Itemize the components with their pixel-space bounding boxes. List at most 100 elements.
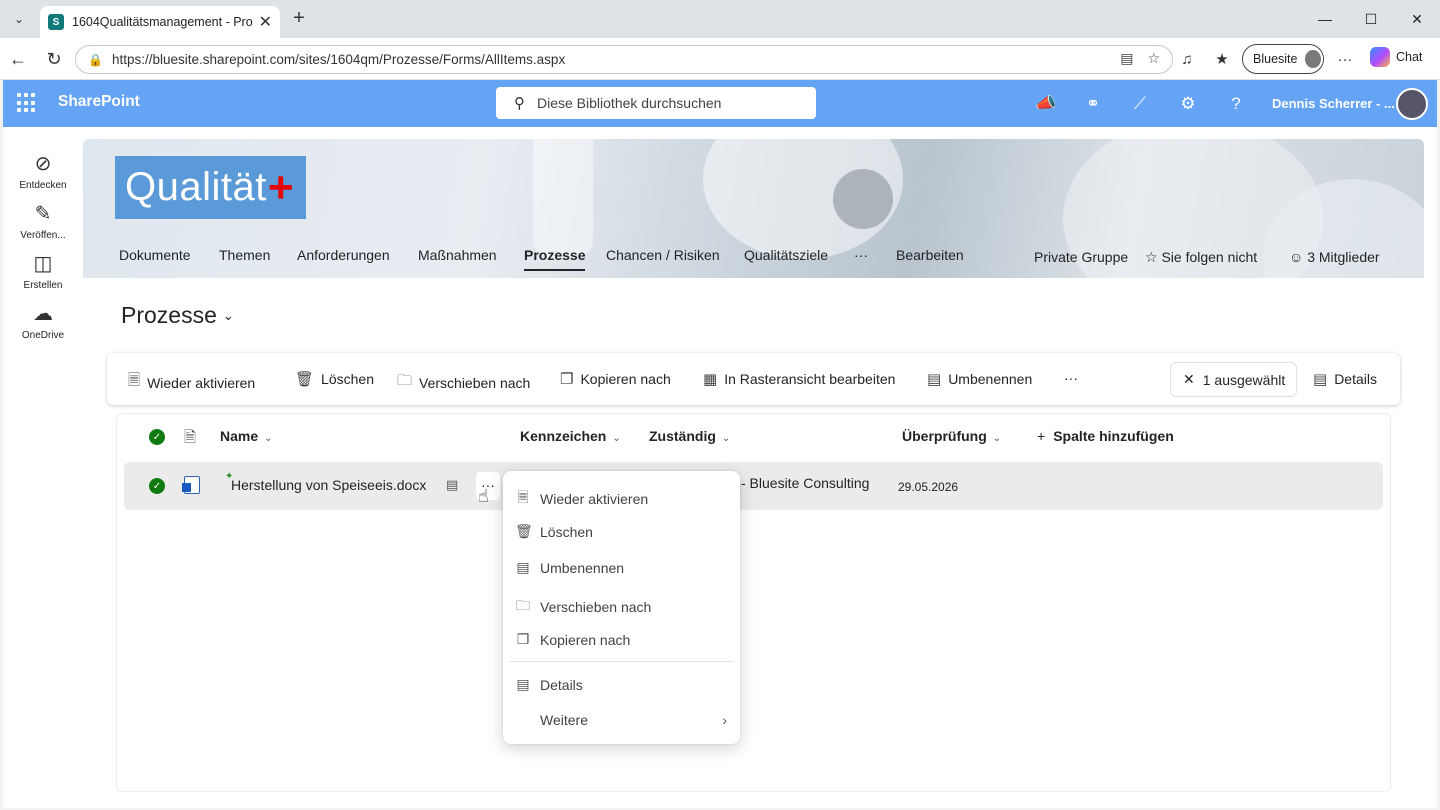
profile-avatar: [1303, 48, 1323, 70]
url-field[interactable]: 🔒 https://bluesite.sharepoint.com/sites/…: [75, 45, 1173, 74]
code-icon[interactable]: ⟋: [1128, 92, 1152, 116]
library-title[interactable]: Prozesse ⌄: [121, 302, 234, 329]
nav-massnahmen[interactable]: Maßnahmen: [418, 247, 497, 263]
minimize-icon[interactable]: —: [1302, 8, 1348, 30]
row-checkbox[interactable]: ✓: [149, 478, 165, 494]
sharepoint-title[interactable]: SharePoint: [58, 93, 140, 111]
nav-anforderungen[interactable]: Anforderungen: [297, 247, 390, 263]
close-window-icon[interactable]: ✕: [1394, 8, 1440, 30]
add-column-label: Spalte hinzufügen: [1053, 428, 1174, 444]
rail-label: Entdecken: [19, 180, 67, 191]
favorite-star-icon[interactable]: ☆: [1147, 50, 1160, 67]
nav-prozesse[interactable]: Prozesse: [524, 247, 586, 271]
selection-badge[interactable]: ✕ 1 ausgewählt: [1170, 362, 1297, 397]
column-header-zustaendig[interactable]: Zuständig ⌄: [649, 428, 730, 444]
menu-label: Weitere: [540, 712, 588, 728]
menu-item-reactivate[interactable]: 🗏 Wieder aktivieren: [515, 487, 648, 511]
menu-item-delete[interactable]: 🗑 Löschen: [515, 523, 593, 540]
reactivate-button[interactable]: 🗏 Wieder aktivieren: [128, 370, 255, 395]
browser-menu-icon[interactable]: ···: [1334, 49, 1356, 71]
document-restore-icon: 🗏: [517, 489, 529, 505]
menu-divider: [509, 661, 734, 662]
close-tab-icon[interactable]: ✕: [259, 12, 272, 32]
favorites-icon[interactable]: ★: [1211, 49, 1233, 71]
file-type-header-icon: 🗎: [184, 429, 197, 446]
logo-text: Qualität: [125, 165, 267, 209]
details-pane-icon: ▤: [516, 676, 530, 692]
user-name[interactable]: Dennis Scherrer - ...: [1272, 96, 1395, 111]
rail-item-discover[interactable]: ⊘ Entdecken: [3, 151, 83, 191]
rename-icon: ▤: [516, 559, 530, 575]
help-icon[interactable]: ?: [1224, 92, 1248, 116]
rail-item-publish[interactable]: ✎ Veröffen...: [3, 201, 83, 241]
members-button[interactable]: ☺ 3 Mitglieder: [1289, 249, 1380, 265]
hand-cursor-icon: ☝: [478, 486, 489, 506]
library-search-input[interactable]: ⚲ Diese Bibliothek durchsuchen: [496, 87, 816, 119]
select-all-checkbox[interactable]: ✓: [149, 429, 165, 445]
nav-dokumente[interactable]: Dokumente: [119, 247, 191, 263]
browser-tab[interactable]: S 1604Qualitätsmanagement - Prozesse ✕: [40, 6, 280, 38]
responsible-cell[interactable]: - Bluesite Consulting: [741, 475, 869, 491]
group-type-label: Private Gruppe: [1034, 249, 1129, 265]
megaphone-icon[interactable]: 📣: [1034, 92, 1058, 116]
rail-item-create[interactable]: ◫ Erstellen: [3, 251, 83, 291]
star-icon: ☆: [1145, 249, 1158, 265]
nav-qualitaetsziele[interactable]: Qualitätsziele: [744, 247, 828, 263]
user-avatar[interactable]: [1396, 88, 1428, 120]
file-name-link[interactable]: Herstellung von Speiseeis.docx: [231, 477, 426, 493]
search-placeholder: Diese Bibliothek durchsuchen: [537, 95, 722, 111]
folder-move-icon: 🗀: [397, 372, 413, 389]
tab-list-chevron-icon[interactable]: ⌄: [6, 7, 32, 31]
word-document-icon: [182, 476, 200, 494]
new-tab-icon[interactable]: +: [288, 8, 310, 30]
back-icon[interactable]: ←: [6, 47, 30, 71]
grid-icon: ▦: [703, 371, 718, 388]
menu-item-details[interactable]: ▤ Details: [515, 676, 582, 693]
copy-icon: ❐: [560, 371, 574, 388]
menu-item-move[interactable]: 🗀 Verschieben nach: [515, 595, 651, 619]
nav-bearbeiten[interactable]: Bearbeiten: [896, 247, 964, 263]
profile-label: Bluesite: [1253, 52, 1298, 66]
rename-label: Umbenennen: [948, 371, 1033, 387]
copy-to-button[interactable]: ❐ Kopieren nach: [560, 370, 671, 388]
column-name-label: Name: [220, 428, 259, 444]
column-header-name[interactable]: Name ⌄: [220, 428, 273, 444]
site-logo[interactable]: Qualität +: [115, 156, 306, 219]
details-button[interactable]: ▤ Details: [1313, 370, 1377, 388]
column-header-ueberpruefung[interactable]: Überprüfung ⌄: [902, 428, 1001, 444]
media-icon[interactable]: ♫: [1176, 49, 1198, 71]
column-header-kennzeichen[interactable]: Kennzeichen ⌄: [520, 428, 621, 444]
logo-plus: +: [267, 162, 295, 212]
command-more-button[interactable]: ···: [1064, 370, 1078, 386]
move-to-button[interactable]: 🗀 Verschieben nach: [397, 370, 530, 395]
maximize-icon[interactable]: ☐: [1348, 8, 1394, 30]
menu-item-rename[interactable]: ▤ Umbenennen: [515, 559, 624, 576]
archive-icon[interactable]: ▤: [446, 477, 458, 493]
follow-button[interactable]: ☆ Sie folgen nicht: [1145, 249, 1257, 266]
menu-item-copy[interactable]: ❐ Kopieren nach: [515, 631, 631, 648]
refresh-icon[interactable]: ↻: [42, 47, 66, 71]
move-label: Verschieben nach: [419, 374, 531, 391]
delete-label: Löschen: [321, 371, 374, 387]
delete-button[interactable]: 🗑 Löschen: [295, 370, 374, 388]
app-launcher-icon[interactable]: [17, 93, 37, 113]
nav-chancen-risiken[interactable]: Chancen / Risiken: [606, 247, 720, 263]
nav-more-button[interactable]: ···: [854, 247, 868, 263]
copilot-icon: [1370, 47, 1390, 67]
details-label: Details: [1334, 371, 1377, 387]
chevron-down-icon: ⌄: [612, 433, 621, 444]
share-network-icon[interactable]: ⚭: [1081, 92, 1105, 116]
settings-gear-icon[interactable]: ⚙: [1176, 92, 1200, 116]
column-zustaendig-label: Zuständig: [649, 428, 716, 444]
copilot-chat-button[interactable]: Chat: [1370, 47, 1422, 67]
grid-edit-button[interactable]: ▦ In Rasteransicht bearbeiten: [703, 370, 895, 388]
nav-themen[interactable]: Themen: [219, 247, 270, 263]
chevron-right-icon: ›: [722, 712, 727, 728]
grid-edit-label: In Rasteransicht bearbeiten: [724, 371, 896, 387]
rename-button[interactable]: ▤ Umbenennen: [927, 370, 1032, 388]
add-column-button[interactable]: + Spalte hinzufügen: [1037, 428, 1174, 444]
menu-item-more[interactable]: Weitere ›: [515, 712, 727, 728]
rail-item-onedrive[interactable]: ☁ OneDrive: [3, 301, 83, 341]
reader-view-icon[interactable]: ▤: [1120, 50, 1133, 67]
profile-button[interactable]: Bluesite: [1242, 44, 1324, 74]
